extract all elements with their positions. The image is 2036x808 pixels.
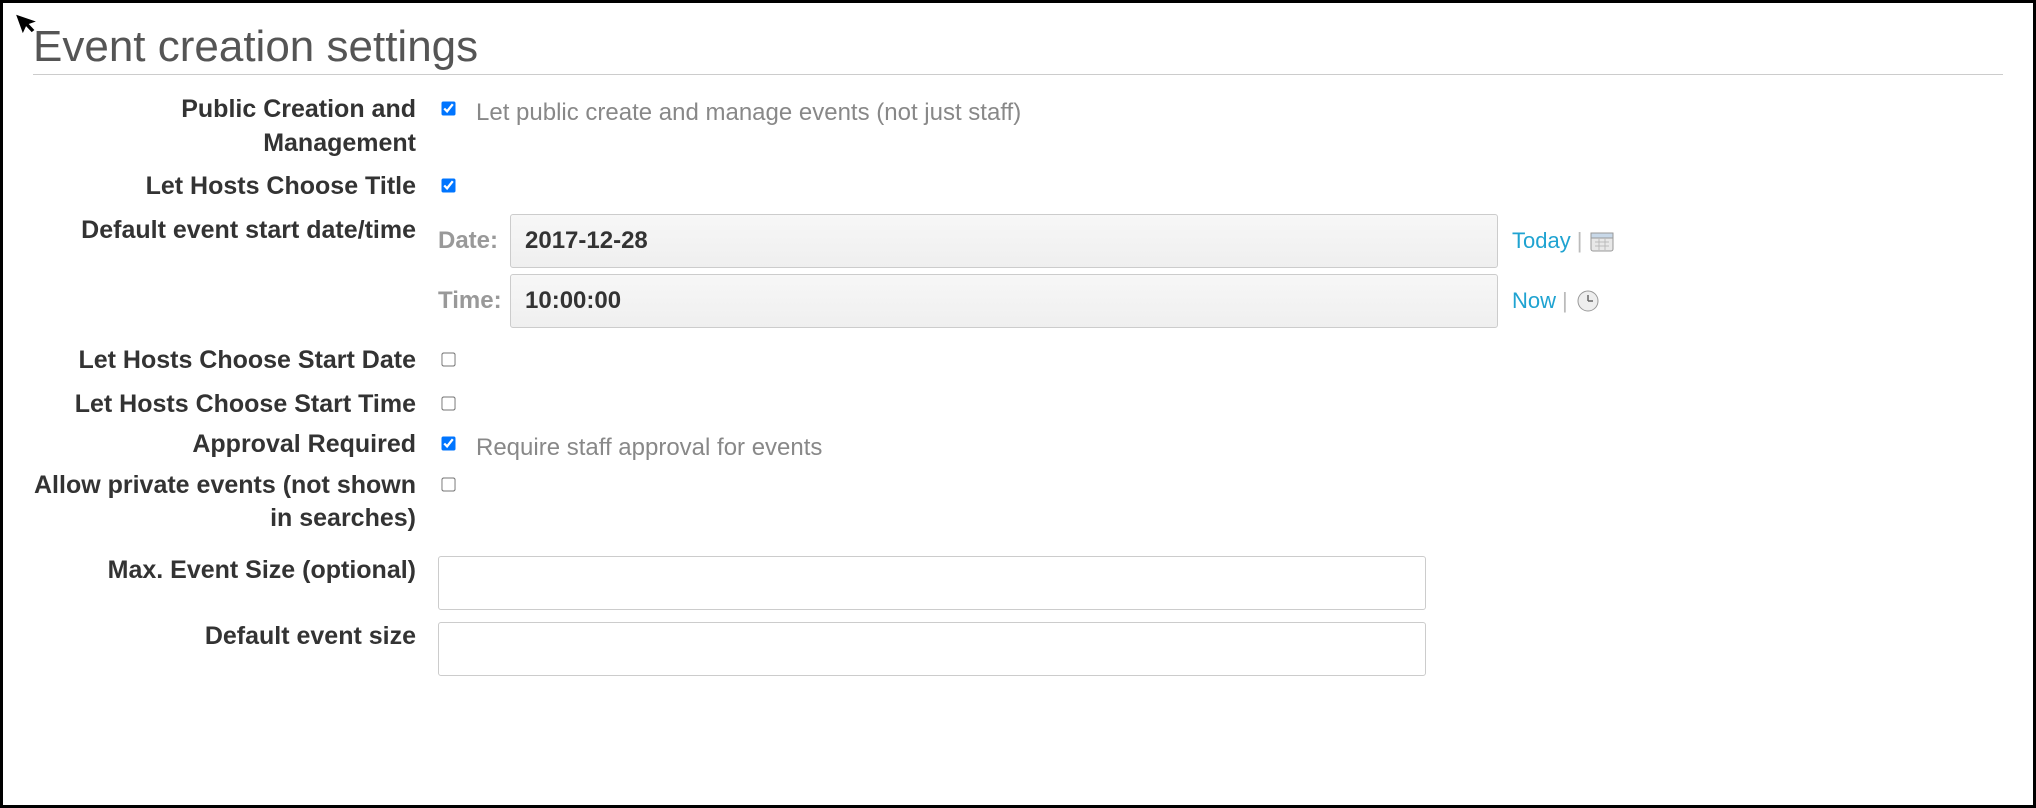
default-start-date-group: Date: Today | bbox=[438, 214, 2003, 268]
now-link[interactable]: Now bbox=[1512, 288, 1556, 314]
row-choose-start-date: Let Hosts Choose Start Date bbox=[33, 344, 2003, 378]
time-sublabel: Time: bbox=[438, 287, 510, 315]
calendar-icon[interactable] bbox=[1590, 230, 1614, 252]
help-approval: Require staff approval for events bbox=[476, 430, 822, 463]
checkbox-allow-private[interactable] bbox=[441, 477, 455, 491]
max-size-input[interactable] bbox=[438, 556, 1426, 610]
checkbox-choose-start-date[interactable] bbox=[441, 352, 455, 366]
cursor-icon bbox=[15, 9, 41, 40]
clock-icon[interactable] bbox=[1576, 289, 1600, 313]
label-allow-private: Allow private events (not shown in searc… bbox=[33, 469, 438, 537]
section-title: Event creation settings bbox=[33, 21, 2003, 75]
date-sublabel: Date: bbox=[438, 227, 510, 255]
label-approval: Approval Required bbox=[33, 428, 438, 462]
checkbox-choose-start-time[interactable] bbox=[441, 396, 455, 410]
separator: | bbox=[1577, 228, 1583, 254]
row-public-creation: Public Creation and Management Let publi… bbox=[33, 93, 2003, 161]
label-max-size: Max. Event Size (optional) bbox=[33, 554, 438, 588]
label-public-creation: Public Creation and Management bbox=[33, 93, 438, 161]
row-choose-start-time: Let Hosts Choose Start Time bbox=[33, 388, 2003, 422]
row-default-start: Default event start date/time Date: Toda… bbox=[33, 214, 2003, 334]
form-area: Public Creation and Management Let publi… bbox=[33, 79, 2003, 676]
row-allow-private: Allow private events (not shown in searc… bbox=[33, 469, 2003, 537]
row-choose-title: Let Hosts Choose Title bbox=[33, 170, 2003, 204]
label-default-size: Default event size bbox=[33, 620, 438, 654]
today-link[interactable]: Today bbox=[1512, 228, 1571, 254]
help-public-creation: Let public create and manage events (not… bbox=[476, 95, 1021, 128]
row-approval: Approval Required Require staff approval… bbox=[33, 428, 2003, 463]
label-choose-start-date: Let Hosts Choose Start Date bbox=[33, 344, 438, 378]
separator: | bbox=[1562, 288, 1568, 314]
label-default-start: Default event start date/time bbox=[33, 214, 438, 248]
settings-panel: Event creation settings Public Creation … bbox=[0, 0, 2036, 808]
checkbox-public-creation[interactable] bbox=[441, 101, 455, 115]
default-start-time-input[interactable] bbox=[510, 274, 1498, 328]
checkbox-choose-title[interactable] bbox=[441, 179, 455, 193]
default-size-input[interactable] bbox=[438, 622, 1426, 676]
default-start-time-group: Time: Now | bbox=[438, 274, 2003, 328]
label-choose-start-time: Let Hosts Choose Start Time bbox=[33, 388, 438, 422]
row-default-size: Default event size bbox=[33, 620, 2003, 676]
default-start-date-input[interactable] bbox=[510, 214, 1498, 268]
row-max-size: Max. Event Size (optional) bbox=[33, 554, 2003, 610]
checkbox-approval[interactable] bbox=[441, 436, 455, 450]
label-choose-title: Let Hosts Choose Title bbox=[33, 170, 438, 204]
